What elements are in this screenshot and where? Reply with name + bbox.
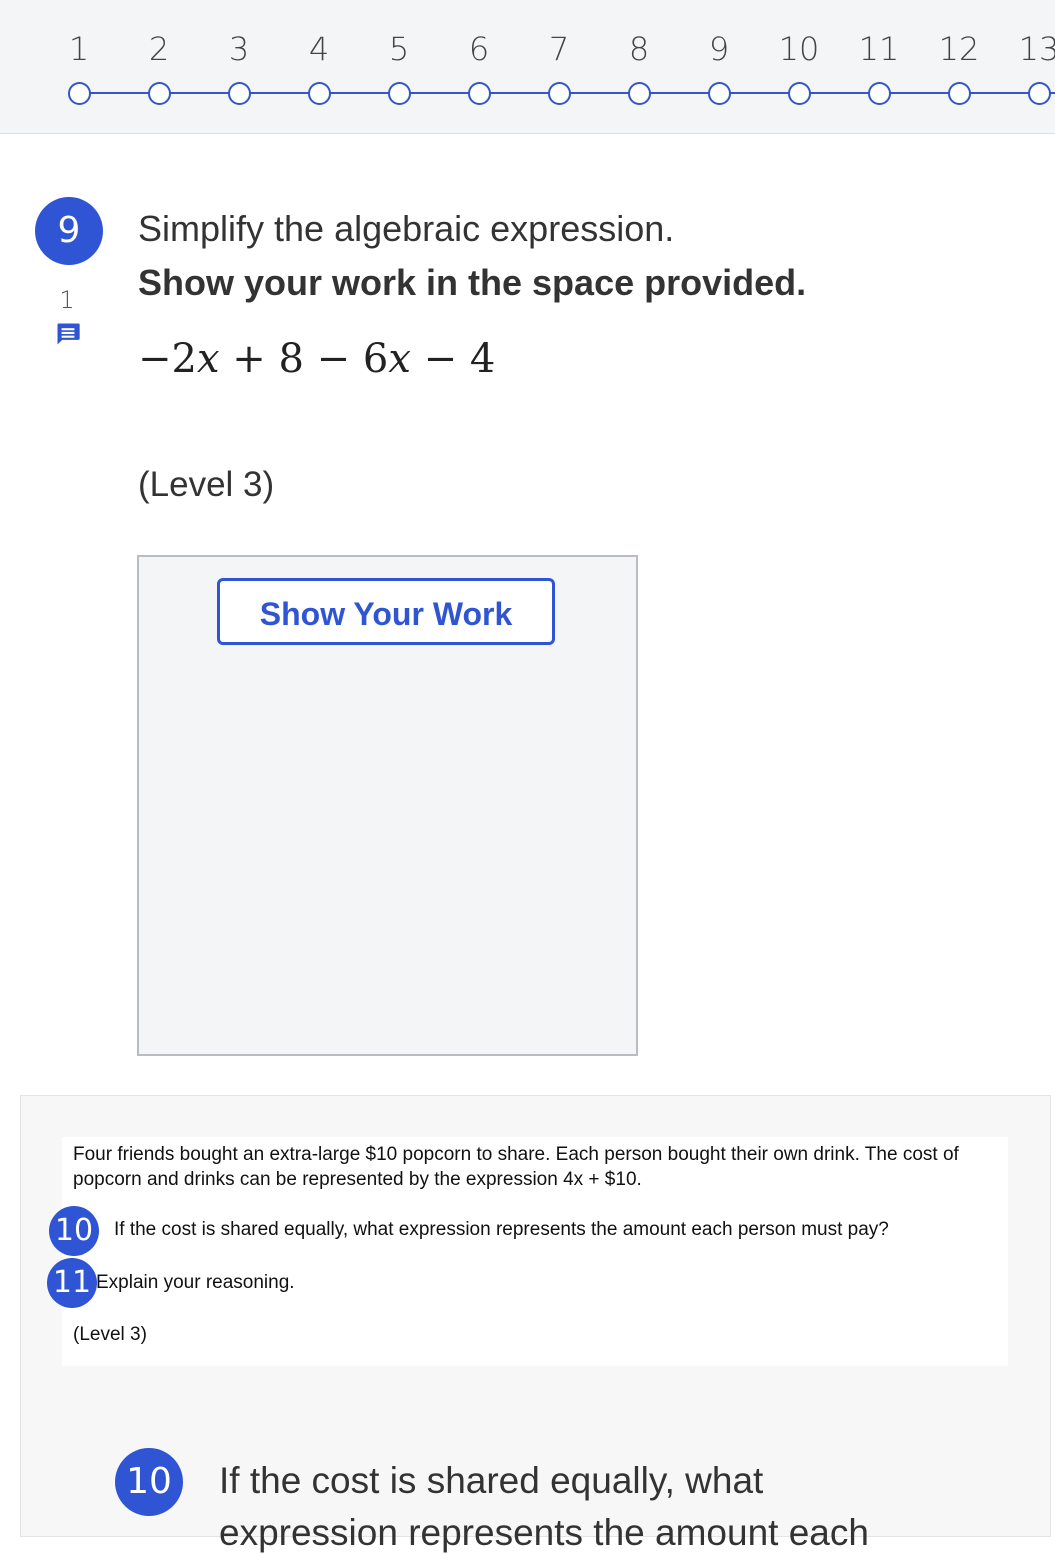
nav-step-4[interactable]: 4 [289,0,349,133]
nav-step-number: 3 [228,30,250,68]
nav-step-1[interactable]: 1 [49,0,109,133]
show-your-work-button[interactable]: Show Your Work [217,578,555,645]
comment-icon[interactable] [54,320,82,348]
nav-step-dot[interactable] [548,82,571,105]
nav-step-dot[interactable] [388,82,411,105]
nav-step-number: 7 [548,30,570,68]
work-area[interactable]: Show Your Work [137,555,638,1056]
question-10-prompt: If the cost is shared equally, what [219,1460,764,1501]
expression-variable: x [196,336,220,382]
question-instruction: Show your work in the space provided. [138,262,807,303]
nav-step-number: 2 [148,30,170,68]
question-number-badge: 9 [35,197,103,265]
nav-step-number: 1 [68,30,90,68]
nav-step-9[interactable]: 9 [689,0,749,133]
nav-step-number: 12 [938,30,980,68]
nav-step-dot[interactable] [1028,82,1051,105]
question-10-marker[interactable]: 10 [49,1206,99,1256]
stimulus-level: (Level 3) [73,1324,147,1345]
nav-step-number: 9 [708,30,730,68]
nav-step-dot[interactable] [308,82,331,105]
nav-step-6[interactable]: 6 [449,0,509,133]
question-navigator: 1 2 3 4 5 6 7 8 9 10 11 12 1 [0,0,1055,134]
nav-step-5[interactable]: 5 [369,0,429,133]
expression-term: + 8 − 6 [219,336,389,382]
nav-step-3[interactable]: 3 [209,0,269,133]
nav-step-dot[interactable] [948,82,971,105]
question-number-badge: 10 [115,1448,183,1516]
comment-count: 1 [59,286,75,314]
nav-step-12[interactable]: 12 [929,0,989,133]
nav-step-13[interactable]: 13 [1009,0,1055,133]
nav-step-11[interactable]: 11 [849,0,909,133]
nav-step-number: 10 [778,30,820,68]
nav-step-dot[interactable] [708,82,731,105]
expression-term: −2 [138,336,197,382]
stimulus-paragraph: Four friends bought an extra-large $10 p… [73,1144,959,1190]
nav-step-dot[interactable] [868,82,891,105]
nav-step-dot[interactable] [788,82,811,105]
nav-step-dot[interactable] [628,82,651,105]
nav-step-dot[interactable] [468,82,491,105]
nav-step-number: 4 [308,30,330,68]
nav-step-number: 11 [858,30,900,68]
nav-step-2[interactable]: 2 [129,0,189,133]
algebraic-expression: −2x + 8 − 6x − 4 [138,336,495,382]
nav-step-number: 8 [628,30,650,68]
nav-step-7[interactable]: 7 [529,0,589,133]
nav-step-number: 5 [388,30,410,68]
nav-step-8[interactable]: 8 [609,0,669,133]
nav-step-10[interactable]: 10 [769,0,829,133]
question-10-prompt-continued: expression represents the amount each [219,1512,869,1553]
expression-term: − 4 [410,336,496,382]
question-11-marker[interactable]: 11 [47,1258,97,1308]
nav-step-dot[interactable] [68,82,91,105]
nav-step-dot[interactable] [148,82,171,105]
expression-variable: x [388,336,411,382]
stimulus-card: Four friends bought an extra-large $10 p… [62,1137,1008,1366]
question-level: (Level 3) [138,465,275,504]
nav-step-number: 13 [1018,30,1055,68]
stimulus-line-11: Explain your reasoning. [96,1272,295,1293]
stimulus-line-10: If the cost is shared equally, what expr… [114,1219,889,1240]
nav-step-number: 6 [468,30,490,68]
nav-step-dot[interactable] [228,82,251,105]
question-prompt: Simplify the algebraic expression. [138,208,675,249]
